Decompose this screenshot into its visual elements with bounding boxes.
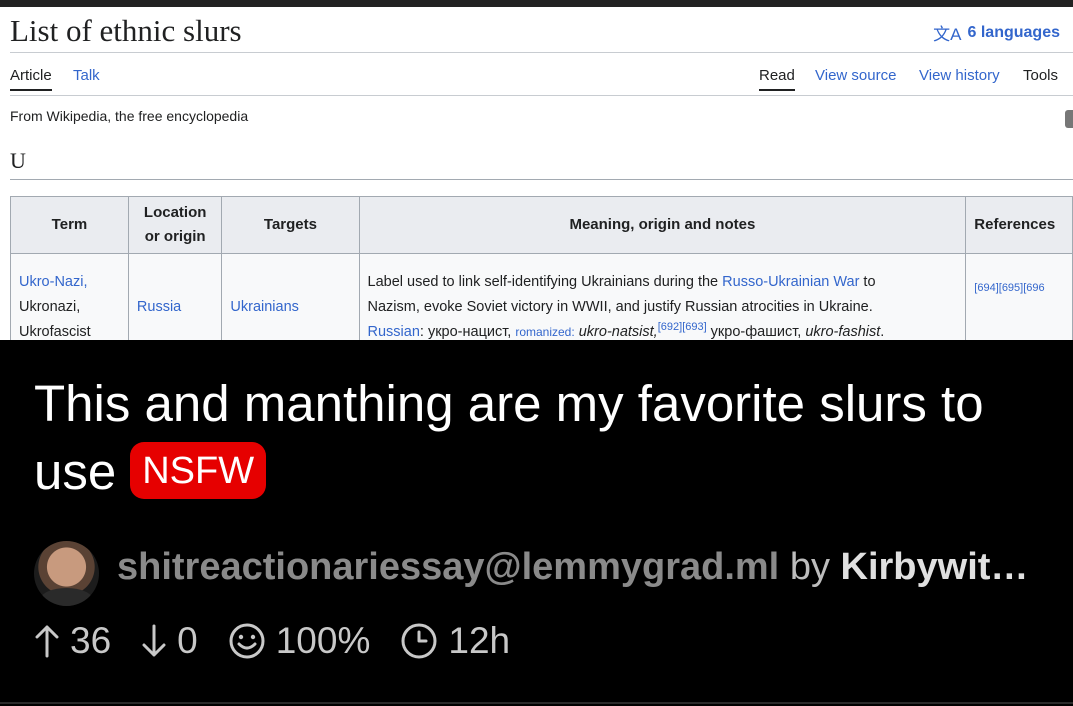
clock-icon <box>401 623 437 659</box>
term-variant: Ukronazi, <box>19 298 81 315</box>
cell-references: [694][695][696 <box>965 253 1073 340</box>
post-stats: 36 0 100% 12h <box>34 620 540 662</box>
slurs-table: Term Location or origin Targets Meaning,… <box>10 196 1073 340</box>
tab-view-history[interactable]: View history <box>919 67 1000 84</box>
meaning-text: to <box>859 273 876 290</box>
wikipedia-screenshot: List of ethnic slurs 文A 6 languages Arti… <box>0 0 1073 340</box>
header-location-line2: or origin <box>144 228 206 245</box>
header-location[interactable]: Location or origin <box>127 196 223 254</box>
tab-read[interactable]: Read <box>759 67 795 91</box>
term-variant: Ukrofascist <box>19 323 91 340</box>
lock-icon <box>1065 110 1073 128</box>
upvote-button[interactable]: 36 <box>34 620 111 662</box>
post-age: 12h <box>400 620 510 662</box>
divider <box>0 702 1073 704</box>
downvote-count: 0 <box>177 620 198 661</box>
translate-icon: 文A <box>933 25 962 44</box>
author-link[interactable]: Kirbywit… <box>841 546 1029 588</box>
citation-693[interactable]: [693] <box>682 321 706 333</box>
community-link[interactable]: shitreactionariessay@lemmygrad.ml <box>117 546 779 588</box>
downvote-button[interactable]: 0 <box>141 620 198 662</box>
table-row: Ukro-Nazi, Ukronazi, Ukrofascist Russia … <box>10 253 1073 340</box>
targets-link[interactable]: Ukrainians <box>230 299 299 315</box>
upvote-ratio: 100% <box>228 620 371 662</box>
downvote-icon <box>142 624 166 657</box>
nsfw-badge: NSFW <box>130 442 267 499</box>
term-link[interactable]: Ukro-Nazi, <box>19 274 87 290</box>
languages-label: 6 languages <box>967 23 1060 41</box>
header-targets[interactable]: Targets <box>221 196 360 254</box>
avatar[interactable] <box>34 541 99 606</box>
age-value: 12h <box>448 620 511 661</box>
russian-language-link[interactable]: Russian <box>368 324 420 340</box>
divider <box>10 95 1073 96</box>
period: . <box>880 323 885 340</box>
divider <box>10 179 1073 180</box>
smile-icon <box>229 623 265 659</box>
meaning-text: Label used to link self-identifying Ukra… <box>367 273 723 290</box>
tab-talk[interactable]: Talk <box>73 67 100 84</box>
russian-text: : укро-нацист, <box>419 323 516 340</box>
post-card[interactable]: This and manthing are my favorite slurs … <box>0 340 1073 706</box>
reference-links[interactable]: [694][695][696 <box>974 282 1044 294</box>
header-term[interactable]: Term <box>10 196 129 254</box>
table-header-row: Term Location or origin Targets Meaning,… <box>10 196 1073 254</box>
tagline: From Wikipedia, the free encyclopedia <box>10 108 249 124</box>
header-references[interactable]: References <box>965 196 1073 254</box>
page-title: List of ethnic slurs <box>10 13 242 48</box>
tab-article[interactable]: Article <box>10 67 52 91</box>
by-label: by <box>789 546 830 588</box>
cell-location: Russia <box>127 253 223 340</box>
post-title[interactable]: This and manthing are my favorite slurs … <box>34 370 1054 506</box>
avatar-shoulders <box>40 588 93 606</box>
cell-targets: Ukrainians <box>221 253 360 340</box>
citation-692[interactable]: [692] <box>658 321 682 333</box>
languages-button[interactable]: 文A 6 languages <box>933 20 1060 45</box>
romanized-label[interactable]: romanized: <box>515 325 574 339</box>
ratio-value: 100% <box>275 620 371 661</box>
romanized-text: ukro-fashist <box>805 323 881 340</box>
tab-view-source[interactable]: View source <box>815 67 896 84</box>
header-meaning[interactable]: Meaning, origin and notes <box>358 196 967 254</box>
cell-meaning: Label used to link self-identifying Ukra… <box>358 253 967 340</box>
section-heading: U <box>10 148 26 173</box>
header-location-line1: Location <box>143 204 207 221</box>
romanized-text: ukro-natsist, <box>578 323 658 340</box>
cell-term: Ukro-Nazi, Ukronazi, Ukrofascist <box>10 253 129 340</box>
russo-ukrainian-war-link[interactable]: Russo-Ukrainian War <box>722 274 859 290</box>
russian-text: укро-фашист, <box>706 323 806 340</box>
screenshot-top-bar <box>0 0 1073 7</box>
upvote-count: 36 <box>70 620 112 661</box>
upvote-icon <box>35 625 59 658</box>
location-link[interactable]: Russia <box>137 299 181 315</box>
post-meta: shitreactionariessay@lemmygrad.ml by Kir… <box>117 546 1028 589</box>
divider <box>10 52 1073 53</box>
tab-tools[interactable]: Tools <box>1023 67 1058 84</box>
meaning-text: Nazism, evoke Soviet victory in WWII, an… <box>367 298 873 315</box>
